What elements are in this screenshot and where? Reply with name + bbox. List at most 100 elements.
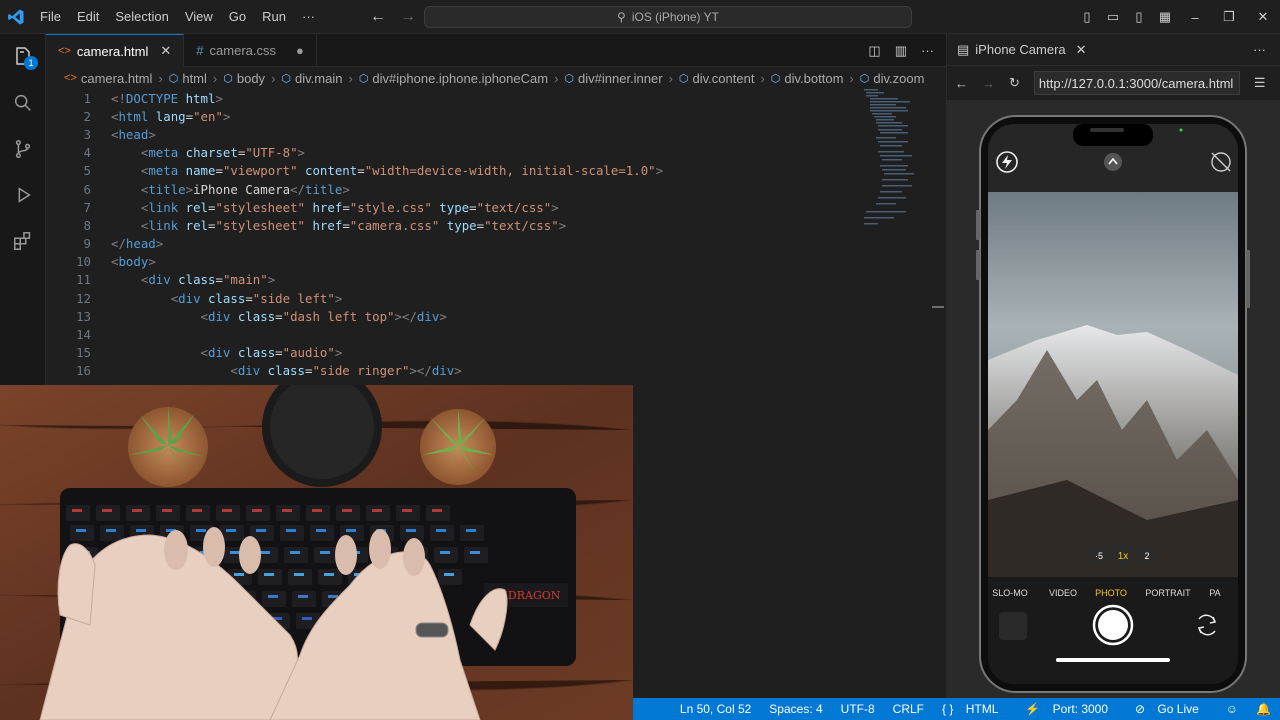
code-line[interactable]: 12 <div class="side left"> xyxy=(46,289,946,307)
forward-arrow-icon[interactable]: → xyxy=(400,8,416,26)
code-line[interactable]: 4 <meta charset="UTF-8"> xyxy=(46,144,946,162)
breadcrumb-item[interactable]: div#inner.inner xyxy=(578,71,663,86)
code-token: charset xyxy=(178,145,238,161)
feedback-icon[interactable]: ☺ xyxy=(1217,702,1247,716)
line-ending[interactable]: CRLF xyxy=(884,702,933,716)
breadcrumb-item[interactable]: camera.html xyxy=(81,71,153,86)
mode-photo[interactable]: PHOTO xyxy=(1095,588,1127,598)
code-editor[interactable]: 1 <!DOCTYPE html> 2 <html lang="en"> 3 <head>… xyxy=(46,89,946,385)
more-actions-icon[interactable]: ··· xyxy=(921,43,934,58)
preview-tab[interactable]: ▤ iPhone Camera ✕ ··· xyxy=(947,34,1280,66)
language-mode[interactable]: { } HTML xyxy=(933,702,1016,716)
mode-pano[interactable]: PA xyxy=(1209,588,1220,598)
breadcrumb-item[interactable]: html xyxy=(182,71,207,86)
keyboard-key xyxy=(318,569,342,585)
run-debug-icon[interactable] xyxy=(0,172,46,218)
explorer-icon[interactable]: 1 xyxy=(0,34,46,80)
code-line[interactable]: 8 <link rel="stylesheet" href="camera.cs… xyxy=(46,216,946,234)
breadcrumb-item[interactable]: body xyxy=(237,71,265,86)
minimize-icon[interactable]: – xyxy=(1178,10,1212,25)
last-photo-thumbnail[interactable] xyxy=(999,612,1027,640)
cursor-position[interactable]: Ln 50, Col 52 xyxy=(671,702,760,716)
breadcrumb-item[interactable]: div.main xyxy=(295,71,342,86)
code-token: <! xyxy=(111,90,126,106)
more-actions-icon[interactable]: ··· xyxy=(1253,42,1266,57)
mode-video[interactable]: VIDEO xyxy=(1049,588,1077,598)
toggle-secondary-sidebar-icon[interactable]: ▯ xyxy=(1126,9,1152,25)
close-tab-icon[interactable]: ✕ xyxy=(1076,42,1087,58)
code-line[interactable]: 14 xyxy=(46,325,946,343)
customize-layout-icon[interactable]: ▦ xyxy=(1152,9,1178,25)
go-live-button[interactable]: ⊘ Go Live xyxy=(1126,702,1217,716)
mode-portrait[interactable]: PORTRAIT xyxy=(1145,588,1191,598)
menu-file[interactable]: File xyxy=(32,0,69,34)
back-arrow-icon[interactable]: ← xyxy=(370,8,386,26)
code-line[interactable]: 2 <html lang="en"> xyxy=(46,107,946,125)
preview-tab-label: iPhone Camera xyxy=(975,42,1066,57)
zoom-0-5[interactable]: ·5 xyxy=(1095,551,1103,561)
code-token: > xyxy=(439,308,447,324)
shutter-button[interactable] xyxy=(1098,610,1128,640)
code-line[interactable]: 11 <div class="main"> xyxy=(46,271,946,289)
notifications-bell-icon[interactable]: 🔔 xyxy=(1247,702,1280,716)
minimap[interactable] xyxy=(862,89,922,229)
code-token: </ xyxy=(290,181,305,197)
command-center-label: iOS (iPhone) YT xyxy=(631,10,719,24)
code-line[interactable]: 9 </head> xyxy=(46,235,946,253)
key-backlight xyxy=(106,529,116,532)
encoding[interactable]: UTF-8 xyxy=(832,702,884,716)
code-line[interactable]: 16 <div class="side ringer"></div> xyxy=(46,362,946,380)
unsaved-dot-icon[interactable]: ● xyxy=(296,43,304,58)
code-line[interactable]: 15 <div class="audio"> xyxy=(46,344,946,362)
keyboard-key xyxy=(280,525,304,541)
status-bar: Ln 50, Col 52 Spaces: 4 UTF-8 CRLF { } H… xyxy=(633,698,1280,720)
menu-more[interactable]: ··· xyxy=(294,0,323,34)
command-center[interactable]: ⚲ iOS (iPhone) YT xyxy=(424,6,912,28)
back-arrow-icon[interactable]: ← xyxy=(955,76,968,91)
menu-view[interactable]: View xyxy=(177,0,221,34)
menu-edit[interactable]: Edit xyxy=(69,0,107,34)
menu-icon[interactable]: ☰ xyxy=(1254,75,1266,91)
menu-run[interactable]: Run xyxy=(254,0,294,34)
keyboard-key xyxy=(246,505,270,521)
code-line[interactable]: 5 <meta name="viewport" content="width=d… xyxy=(46,162,946,180)
zoom-1x[interactable]: 1x xyxy=(1118,551,1129,562)
code-text: <body> xyxy=(111,254,156,269)
toggle-panel-icon[interactable]: ▭ xyxy=(1100,9,1126,25)
indentation[interactable]: Spaces: 4 xyxy=(760,702,831,716)
restore-icon[interactable]: ❐ xyxy=(1212,9,1246,25)
code-line[interactable]: 10 <body> xyxy=(46,253,946,271)
open-preview-icon[interactable]: ◫ xyxy=(868,43,880,59)
menu-selection[interactable]: Selection xyxy=(107,0,176,34)
keyboard-key xyxy=(66,505,90,521)
toggle-sidebar-icon[interactable]: ▯ xyxy=(1074,9,1100,25)
breadcrumb-item[interactable]: div.bottom xyxy=(784,71,843,86)
split-editor-icon[interactable]: ▥ xyxy=(895,43,907,59)
source-control-icon[interactable] xyxy=(0,126,46,172)
breadcrumb-item[interactable]: div.zoom xyxy=(873,71,924,86)
tab-camera-css[interactable]: # camera.css ● xyxy=(184,34,317,67)
search-sidebar-icon[interactable] xyxy=(0,80,46,126)
url-input[interactable]: http://127.0.0.1:3000/camera.html xyxy=(1033,71,1240,95)
code-line[interactable]: 13 <div class="dash left top"></div> xyxy=(46,307,946,325)
code-line[interactable]: 1 <!DOCTYPE html> xyxy=(46,89,946,107)
code-token: > xyxy=(558,217,567,233)
port-status[interactable]: ⚡ Port: 3000 xyxy=(1016,702,1126,716)
code-line[interactable]: 7 <link rel="stylesheet" href="style.css… xyxy=(46,198,946,216)
close-tab-icon[interactable]: ✕ xyxy=(160,43,171,59)
code-token: rel xyxy=(178,217,208,233)
tab-camera-html[interactable]: <> camera.html ✕ xyxy=(46,34,185,67)
scrollbar-marker[interactable] xyxy=(932,306,944,308)
breadcrumb-item[interactable]: div#iphone.iphone.iphoneCam xyxy=(372,71,548,86)
zoom-2[interactable]: 2 xyxy=(1144,551,1149,561)
mode-slo-mo[interactable]: SLO-MO xyxy=(992,588,1028,598)
close-window-icon[interactable]: ✕ xyxy=(1246,9,1280,25)
menu-go[interactable]: Go xyxy=(221,0,254,34)
keyboard-key xyxy=(310,525,334,541)
code-line[interactable]: 3 <head> xyxy=(46,125,946,143)
forward-arrow-icon[interactable]: → xyxy=(982,76,995,91)
reload-icon[interactable]: ↻ xyxy=(1009,75,1020,91)
breadcrumb-item[interactable]: div.content xyxy=(693,71,755,86)
code-line[interactable]: 6 <title>iPhone Camera</title> xyxy=(46,180,946,198)
extensions-icon[interactable] xyxy=(0,218,46,264)
